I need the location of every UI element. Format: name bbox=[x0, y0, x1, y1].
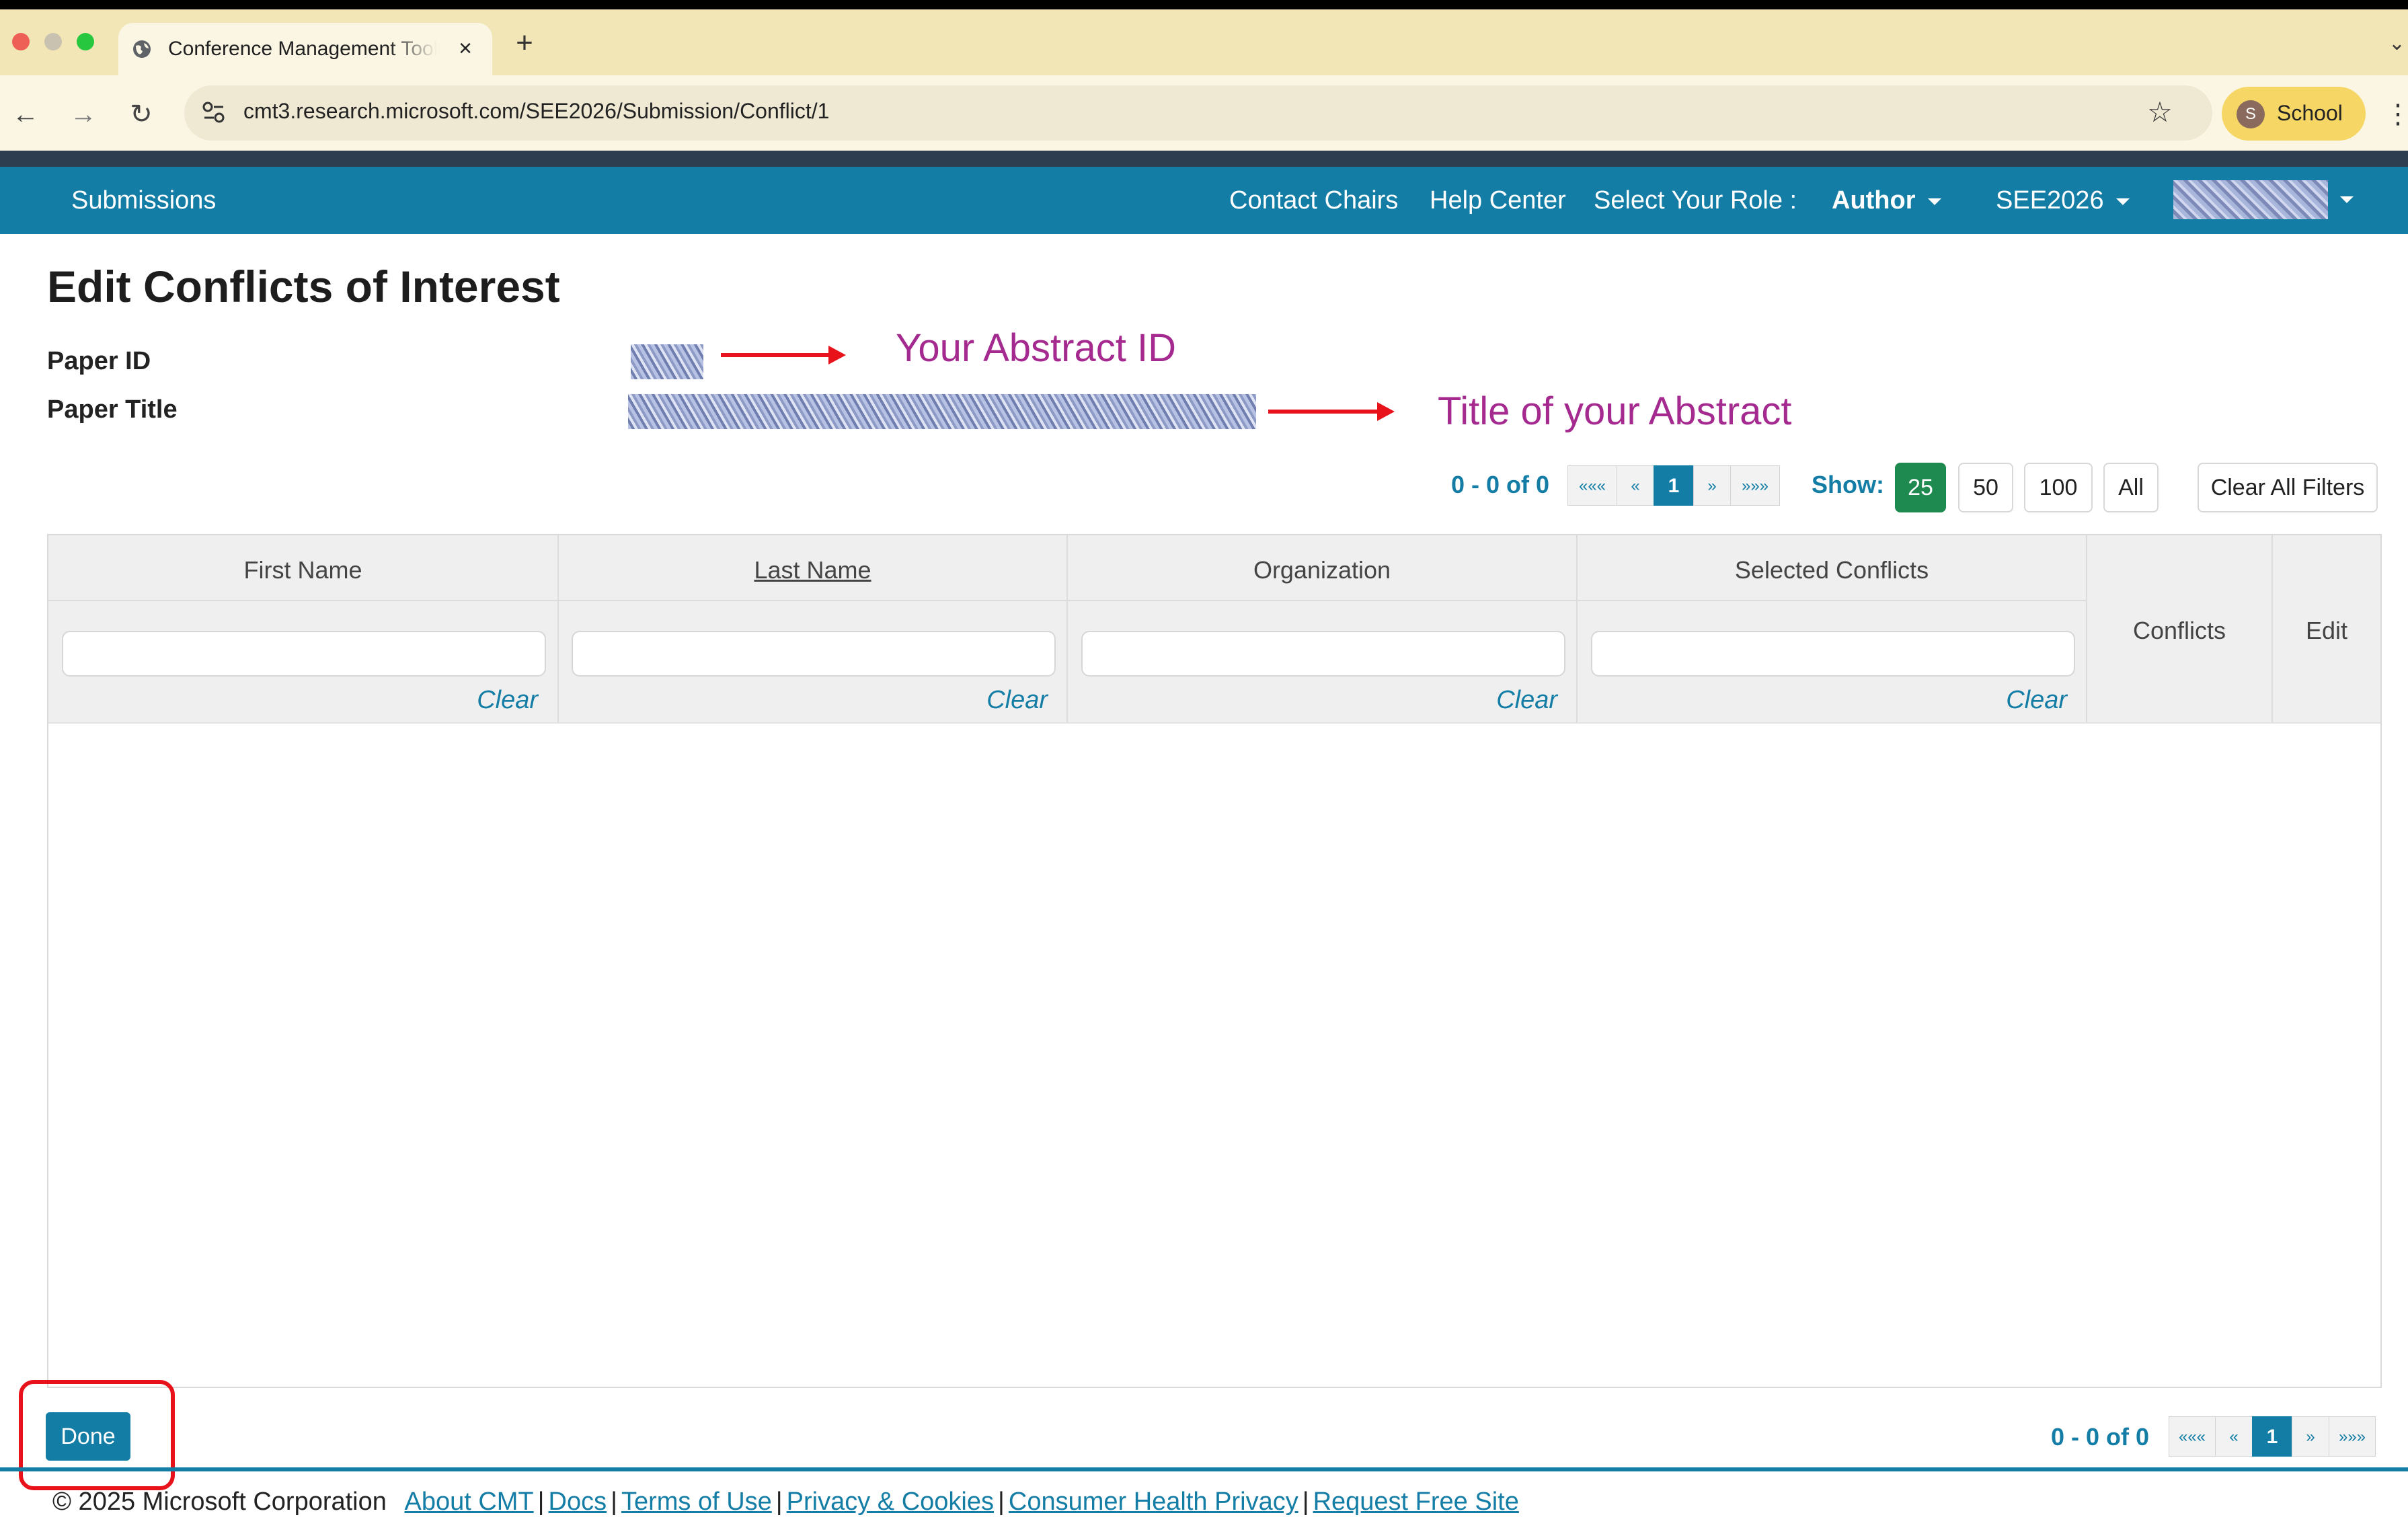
window-minimize-dot[interactable] bbox=[44, 33, 62, 50]
nav-submissions[interactable]: Submissions bbox=[71, 185, 216, 216]
nav-role-dropdown[interactable]: Author bbox=[1832, 185, 1941, 216]
clear-all-filters-button[interactable]: Clear All Filters bbox=[2198, 463, 2378, 512]
page-size-100-button[interactable]: 100 bbox=[2024, 463, 2093, 512]
tab-search-icon[interactable]: ⌄ bbox=[2386, 27, 2408, 61]
paper-id-label: Paper ID bbox=[47, 347, 151, 375]
page-size-50-button[interactable]: 50 bbox=[1958, 463, 2013, 512]
page-prev-button[interactable]: « bbox=[1617, 465, 1654, 506]
annotation-abstract-title: Title of your Abstract bbox=[1438, 389, 1792, 433]
conference-value: SEE2026 bbox=[1996, 186, 2104, 215]
paper-title-label: Paper Title bbox=[47, 395, 178, 424]
window-top-strip bbox=[0, 0, 2408, 9]
footer-link-request-site[interactable]: Request Free Site bbox=[1313, 1488, 1519, 1516]
tab-close-icon[interactable]: × bbox=[451, 34, 480, 63]
column-header-selected-conflicts[interactable]: Selected Conflicts bbox=[1578, 555, 2086, 585]
page-size-all-button[interactable]: All bbox=[2103, 463, 2159, 512]
window-zoom-dot[interactable] bbox=[77, 33, 94, 50]
profile-button[interactable]: S School bbox=[2222, 87, 2366, 141]
address-bar[interactable]: cmt3.research.microsoft.com/SEE2026/Subm… bbox=[184, 85, 2212, 141]
nav-conference-dropdown[interactable]: SEE2026 bbox=[1996, 185, 2130, 216]
url-text[interactable]: cmt3.research.microsoft.com/SEE2026/Subm… bbox=[243, 99, 829, 124]
paper-title-redacted bbox=[628, 394, 1256, 429]
footer-link-terms[interactable]: Terms of Use bbox=[621, 1488, 772, 1516]
nav-contact-chairs[interactable]: Contact Chairs bbox=[1229, 185, 1398, 216]
footer-copyright: © 2025 Microsoft Corporation bbox=[52, 1488, 387, 1516]
chevron-down-icon bbox=[2115, 198, 2130, 205]
footer-link-privacy[interactable]: Privacy & Cookies bbox=[787, 1488, 994, 1516]
role-value: Author bbox=[1832, 186, 1916, 215]
page-size-label: Show: bbox=[1812, 471, 1884, 498]
arrow-icon bbox=[721, 346, 846, 364]
page-prev-button[interactable]: « bbox=[2215, 1416, 2253, 1457]
forward-icon[interactable]: → bbox=[63, 94, 104, 134]
page-last-button[interactable]: »»» bbox=[1730, 465, 1780, 506]
new-tab-icon[interactable]: + bbox=[506, 24, 543, 62]
tab-title: Conference Management Tool bbox=[168, 38, 437, 60]
first-name-filter-input[interactable] bbox=[62, 631, 546, 677]
page-title: Edit Conflicts of Interest bbox=[47, 262, 560, 311]
pagination-top: ««« « 1 » »»» bbox=[1567, 465, 1780, 506]
result-count-bottom: 0 - 0 of 0 bbox=[2051, 1423, 2150, 1451]
first-name-clear-link[interactable]: Clear bbox=[403, 686, 538, 715]
annotation-abstract-id: Your Abstract ID bbox=[896, 326, 1176, 370]
reload-icon[interactable]: ↻ bbox=[121, 94, 161, 134]
nav-role-label: Select Your Role : bbox=[1594, 186, 1797, 215]
footer-link-consumer-health[interactable]: Consumer Health Privacy bbox=[1009, 1488, 1298, 1516]
paper-id-redacted bbox=[631, 344, 703, 379]
header-bottom-border bbox=[48, 722, 2380, 724]
window-close-dot[interactable] bbox=[12, 33, 30, 50]
organization-filter-input[interactable] bbox=[1081, 631, 1565, 677]
page-last-button[interactable]: »»» bbox=[2329, 1416, 2376, 1457]
column-header-organization[interactable]: Organization bbox=[1068, 555, 1576, 585]
footer-link-about-cmt[interactable]: About CMT bbox=[404, 1488, 533, 1516]
selected-conflicts-filter-input[interactable] bbox=[1591, 631, 2075, 677]
organization-clear-link[interactable]: Clear bbox=[1423, 686, 1557, 715]
page-first-button[interactable]: ««« bbox=[1567, 465, 1617, 506]
footer: © 2025 Microsoft Corporation About CMT | D… bbox=[52, 1488, 1519, 1516]
nav-help-center[interactable]: Help Center bbox=[1430, 185, 1566, 216]
arrow-icon bbox=[1268, 402, 1395, 421]
menu-kebab-icon[interactable]: ⋮ bbox=[2384, 94, 2408, 134]
page-first-button[interactable]: ««« bbox=[2169, 1416, 2216, 1457]
column-header-edit: Edit bbox=[2305, 617, 2348, 644]
pagination-bottom: ««« « 1 » »»» bbox=[2169, 1416, 2376, 1457]
column-header-conflicts: Conflicts bbox=[2132, 617, 2226, 644]
page-next-button[interactable]: » bbox=[2292, 1416, 2329, 1457]
profile-avatar: S bbox=[2237, 100, 2265, 128]
column-header-first-name[interactable]: First Name bbox=[48, 555, 557, 585]
page-current-button[interactable]: 1 bbox=[2252, 1416, 2292, 1457]
chevron-down-icon[interactable] bbox=[2340, 196, 2354, 203]
footer-divider bbox=[0, 1467, 2408, 1471]
user-name-redacted[interactable] bbox=[2173, 180, 2328, 219]
bookmark-star-icon[interactable]: ☆ bbox=[2141, 93, 2179, 131]
profile-label: School bbox=[2277, 101, 2343, 125]
browser-tab[interactable]: Conference Management Tool × bbox=[118, 23, 492, 75]
footer-link-docs[interactable]: Docs bbox=[549, 1488, 607, 1516]
last-name-filter-input[interactable] bbox=[572, 631, 1056, 677]
page-size-25-button[interactable]: 25 bbox=[1895, 463, 1946, 512]
page-current-button[interactable]: 1 bbox=[1654, 465, 1694, 506]
chevron-down-icon bbox=[1927, 198, 1941, 205]
globe-icon bbox=[133, 40, 151, 58]
column-header-last-name[interactable]: Last Name bbox=[559, 555, 1066, 585]
site-settings-icon[interactable] bbox=[199, 98, 229, 127]
done-highlight-box bbox=[19, 1380, 175, 1490]
result-count: 0 - 0 of 0 bbox=[1451, 471, 1550, 498]
selected-conflicts-clear-link[interactable]: Clear bbox=[1933, 686, 2067, 715]
chrome-divider bbox=[0, 151, 2408, 167]
page-next-button[interactable]: » bbox=[1693, 465, 1731, 506]
last-name-clear-link[interactable]: Clear bbox=[913, 686, 1048, 715]
back-icon[interactable]: ← bbox=[5, 94, 46, 134]
